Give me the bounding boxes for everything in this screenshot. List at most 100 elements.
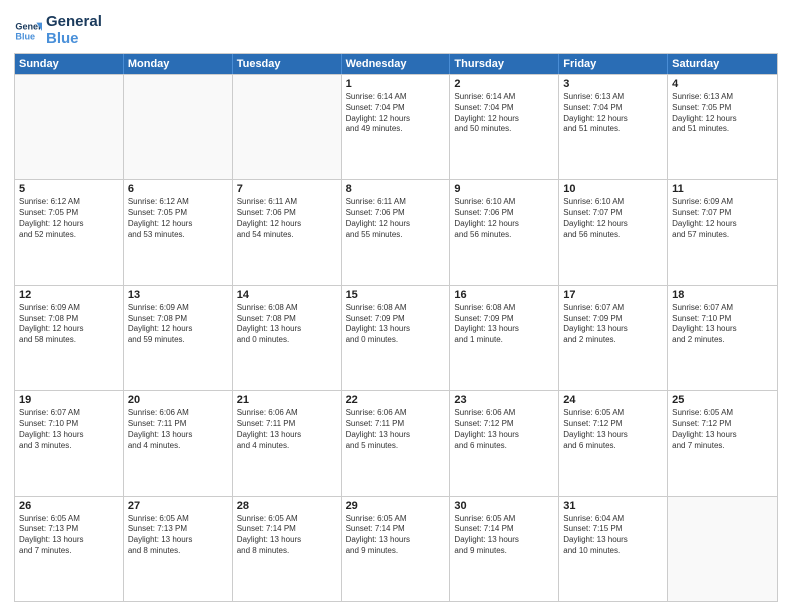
day-number: 26	[19, 500, 119, 512]
calendar-row: 19 Sunrise: 6:07 AM Sunset: 7:10 PM Dayli…	[15, 390, 777, 495]
calendar-cell	[233, 75, 342, 179]
cell-info: Sunrise: 6:05 AM Sunset: 7:13 PM Dayligh…	[128, 514, 228, 557]
weekday-header: Monday	[124, 54, 233, 74]
calendar-cell: 26 Sunrise: 6:05 AM Sunset: 7:13 PM Dayli…	[15, 497, 124, 601]
calendar-cell: 18 Sunrise: 6:07 AM Sunset: 7:10 PM Dayli…	[668, 286, 777, 390]
day-number: 27	[128, 500, 228, 512]
day-number: 22	[346, 394, 446, 406]
cell-info: Sunrise: 6:12 AM Sunset: 7:05 PM Dayligh…	[128, 197, 228, 240]
cell-info: Sunrise: 6:07 AM Sunset: 7:10 PM Dayligh…	[19, 408, 119, 451]
day-number: 5	[19, 183, 119, 195]
calendar-cell: 16 Sunrise: 6:08 AM Sunset: 7:09 PM Dayli…	[450, 286, 559, 390]
weekday-header: Sunday	[15, 54, 124, 74]
cell-info: Sunrise: 6:05 AM Sunset: 7:14 PM Dayligh…	[454, 514, 554, 557]
cell-info: Sunrise: 6:08 AM Sunset: 7:09 PM Dayligh…	[454, 303, 554, 346]
day-number: 16	[454, 289, 554, 301]
cell-info: Sunrise: 6:06 AM Sunset: 7:11 PM Dayligh…	[346, 408, 446, 451]
calendar-cell: 15Sunrise: 6:08 AM Sunset: 7:09 PM Dayli…	[342, 286, 451, 390]
day-number: 13	[128, 289, 228, 301]
page-header: General Blue General Blue	[14, 10, 778, 47]
day-number: 1	[346, 78, 446, 90]
weekday-header: Wednesday	[342, 54, 451, 74]
cell-info: Sunrise: 6:06 AM Sunset: 7:11 PM Dayligh…	[237, 408, 337, 451]
weekday-header: Tuesday	[233, 54, 342, 74]
cell-info: Sunrise: 6:13 AM Sunset: 7:05 PM Dayligh…	[672, 92, 773, 135]
cell-info: Sunrise: 6:09 AM Sunset: 7:08 PM Dayligh…	[128, 303, 228, 346]
calendar-cell: 11Sunrise: 6:09 AM Sunset: 7:07 PM Dayli…	[668, 180, 777, 284]
logo-icon: General Blue	[14, 17, 42, 45]
calendar-cell: 22 Sunrise: 6:06 AM Sunset: 7:11 PM Dayli…	[342, 391, 451, 495]
calendar-cell: 23 Sunrise: 6:06 AM Sunset: 7:12 PM Dayli…	[450, 391, 559, 495]
day-number: 12	[19, 289, 119, 301]
logo-general: General	[46, 14, 102, 31]
day-number: 11	[672, 183, 773, 195]
day-number: 9	[454, 183, 554, 195]
cell-info: Sunrise: 6:08 AM Sunset: 7:09 PM Dayligh…	[346, 303, 446, 346]
day-number: 10	[563, 183, 663, 195]
calendar-header: SundayMondayTuesdayWednesdayThursdayFrid…	[15, 54, 777, 74]
calendar-cell: 14 Sunrise: 6:08 AM Sunset: 7:08 PM Dayli…	[233, 286, 342, 390]
calendar-cell: 7 Sunrise: 6:11 AM Sunset: 7:06 PM Daylig…	[233, 180, 342, 284]
calendar-cell	[15, 75, 124, 179]
day-number: 24	[563, 394, 663, 406]
cell-info: Sunrise: 6:05 AM Sunset: 7:14 PM Dayligh…	[346, 514, 446, 557]
day-number: 6	[128, 183, 228, 195]
calendar-cell: 6 Sunrise: 6:12 AM Sunset: 7:05 PM Daylig…	[124, 180, 233, 284]
calendar-cell: 12 Sunrise: 6:09 AM Sunset: 7:08 PM Dayli…	[15, 286, 124, 390]
cell-info: Sunrise: 6:04 AM Sunset: 7:15 PM Dayligh…	[563, 514, 663, 557]
calendar-cell: 10 Sunrise: 6:10 AM Sunset: 7:07 PM Dayli…	[559, 180, 668, 284]
cell-info: Sunrise: 6:10 AM Sunset: 7:06 PM Dayligh…	[454, 197, 554, 240]
cell-info: Sunrise: 6:09 AM Sunset: 7:08 PM Dayligh…	[19, 303, 119, 346]
calendar-cell: 9 Sunrise: 6:10 AM Sunset: 7:06 PM Daylig…	[450, 180, 559, 284]
day-number: 29	[346, 500, 446, 512]
calendar-cell: 5 Sunrise: 6:12 AM Sunset: 7:05 PM Daylig…	[15, 180, 124, 284]
day-number: 28	[237, 500, 337, 512]
calendar-cell: 21 Sunrise: 6:06 AM Sunset: 7:11 PM Dayli…	[233, 391, 342, 495]
day-number: 21	[237, 394, 337, 406]
day-number: 14	[237, 289, 337, 301]
calendar-cell	[124, 75, 233, 179]
calendar-cell: 17 Sunrise: 6:07 AM Sunset: 7:09 PM Dayli…	[559, 286, 668, 390]
cell-info: Sunrise: 6:05 AM Sunset: 7:13 PM Dayligh…	[19, 514, 119, 557]
calendar-cell	[668, 497, 777, 601]
day-number: 20	[128, 394, 228, 406]
calendar-cell: 1 Sunrise: 6:14 AM Sunset: 7:04 PM Daylig…	[342, 75, 451, 179]
svg-text:Blue: Blue	[15, 31, 35, 41]
cell-info: Sunrise: 6:07 AM Sunset: 7:09 PM Dayligh…	[563, 303, 663, 346]
calendar-cell: 25 Sunrise: 6:05 AM Sunset: 7:12 PM Dayli…	[668, 391, 777, 495]
calendar-cell: 4Sunrise: 6:13 AM Sunset: 7:05 PM Daylig…	[668, 75, 777, 179]
logo: General Blue General Blue	[14, 14, 102, 47]
weekday-header: Thursday	[450, 54, 559, 74]
day-number: 18	[672, 289, 773, 301]
calendar-cell: 8Sunrise: 6:11 AM Sunset: 7:06 PM Daylig…	[342, 180, 451, 284]
day-number: 25	[672, 394, 773, 406]
day-number: 3	[563, 78, 663, 90]
calendar-cell: 30 Sunrise: 6:05 AM Sunset: 7:14 PM Dayli…	[450, 497, 559, 601]
calendar-row: 12 Sunrise: 6:09 AM Sunset: 7:08 PM Dayli…	[15, 285, 777, 390]
day-number: 30	[454, 500, 554, 512]
day-number: 7	[237, 183, 337, 195]
calendar-cell: 29 Sunrise: 6:05 AM Sunset: 7:14 PM Dayli…	[342, 497, 451, 601]
calendar-row: 1 Sunrise: 6:14 AM Sunset: 7:04 PM Daylig…	[15, 74, 777, 179]
cell-info: Sunrise: 6:14 AM Sunset: 7:04 PM Dayligh…	[454, 92, 554, 135]
calendar-row: 5 Sunrise: 6:12 AM Sunset: 7:05 PM Daylig…	[15, 179, 777, 284]
cell-info: Sunrise: 6:05 AM Sunset: 7:14 PM Dayligh…	[237, 514, 337, 557]
cell-info: Sunrise: 6:12 AM Sunset: 7:05 PM Dayligh…	[19, 197, 119, 240]
cell-info: Sunrise: 6:06 AM Sunset: 7:12 PM Dayligh…	[454, 408, 554, 451]
cell-info: Sunrise: 6:05 AM Sunset: 7:12 PM Dayligh…	[563, 408, 663, 451]
calendar-cell: 20Sunrise: 6:06 AM Sunset: 7:11 PM Dayli…	[124, 391, 233, 495]
calendar-cell: 13 Sunrise: 6:09 AM Sunset: 7:08 PM Dayli…	[124, 286, 233, 390]
day-number: 31	[563, 500, 663, 512]
day-number: 19	[19, 394, 119, 406]
cell-info: Sunrise: 6:10 AM Sunset: 7:07 PM Dayligh…	[563, 197, 663, 240]
cell-info: Sunrise: 6:07 AM Sunset: 7:10 PM Dayligh…	[672, 303, 773, 346]
weekday-header: Saturday	[668, 54, 777, 74]
cell-info: Sunrise: 6:11 AM Sunset: 7:06 PM Dayligh…	[237, 197, 337, 240]
day-number: 23	[454, 394, 554, 406]
cell-info: Sunrise: 6:08 AM Sunset: 7:08 PM Dayligh…	[237, 303, 337, 346]
calendar: SundayMondayTuesdayWednesdayThursdayFrid…	[14, 53, 778, 602]
calendar-cell: 28 Sunrise: 6:05 AM Sunset: 7:14 PM Dayli…	[233, 497, 342, 601]
cell-info: Sunrise: 6:14 AM Sunset: 7:04 PM Dayligh…	[346, 92, 446, 135]
cell-info: Sunrise: 6:05 AM Sunset: 7:12 PM Dayligh…	[672, 408, 773, 451]
day-number: 17	[563, 289, 663, 301]
